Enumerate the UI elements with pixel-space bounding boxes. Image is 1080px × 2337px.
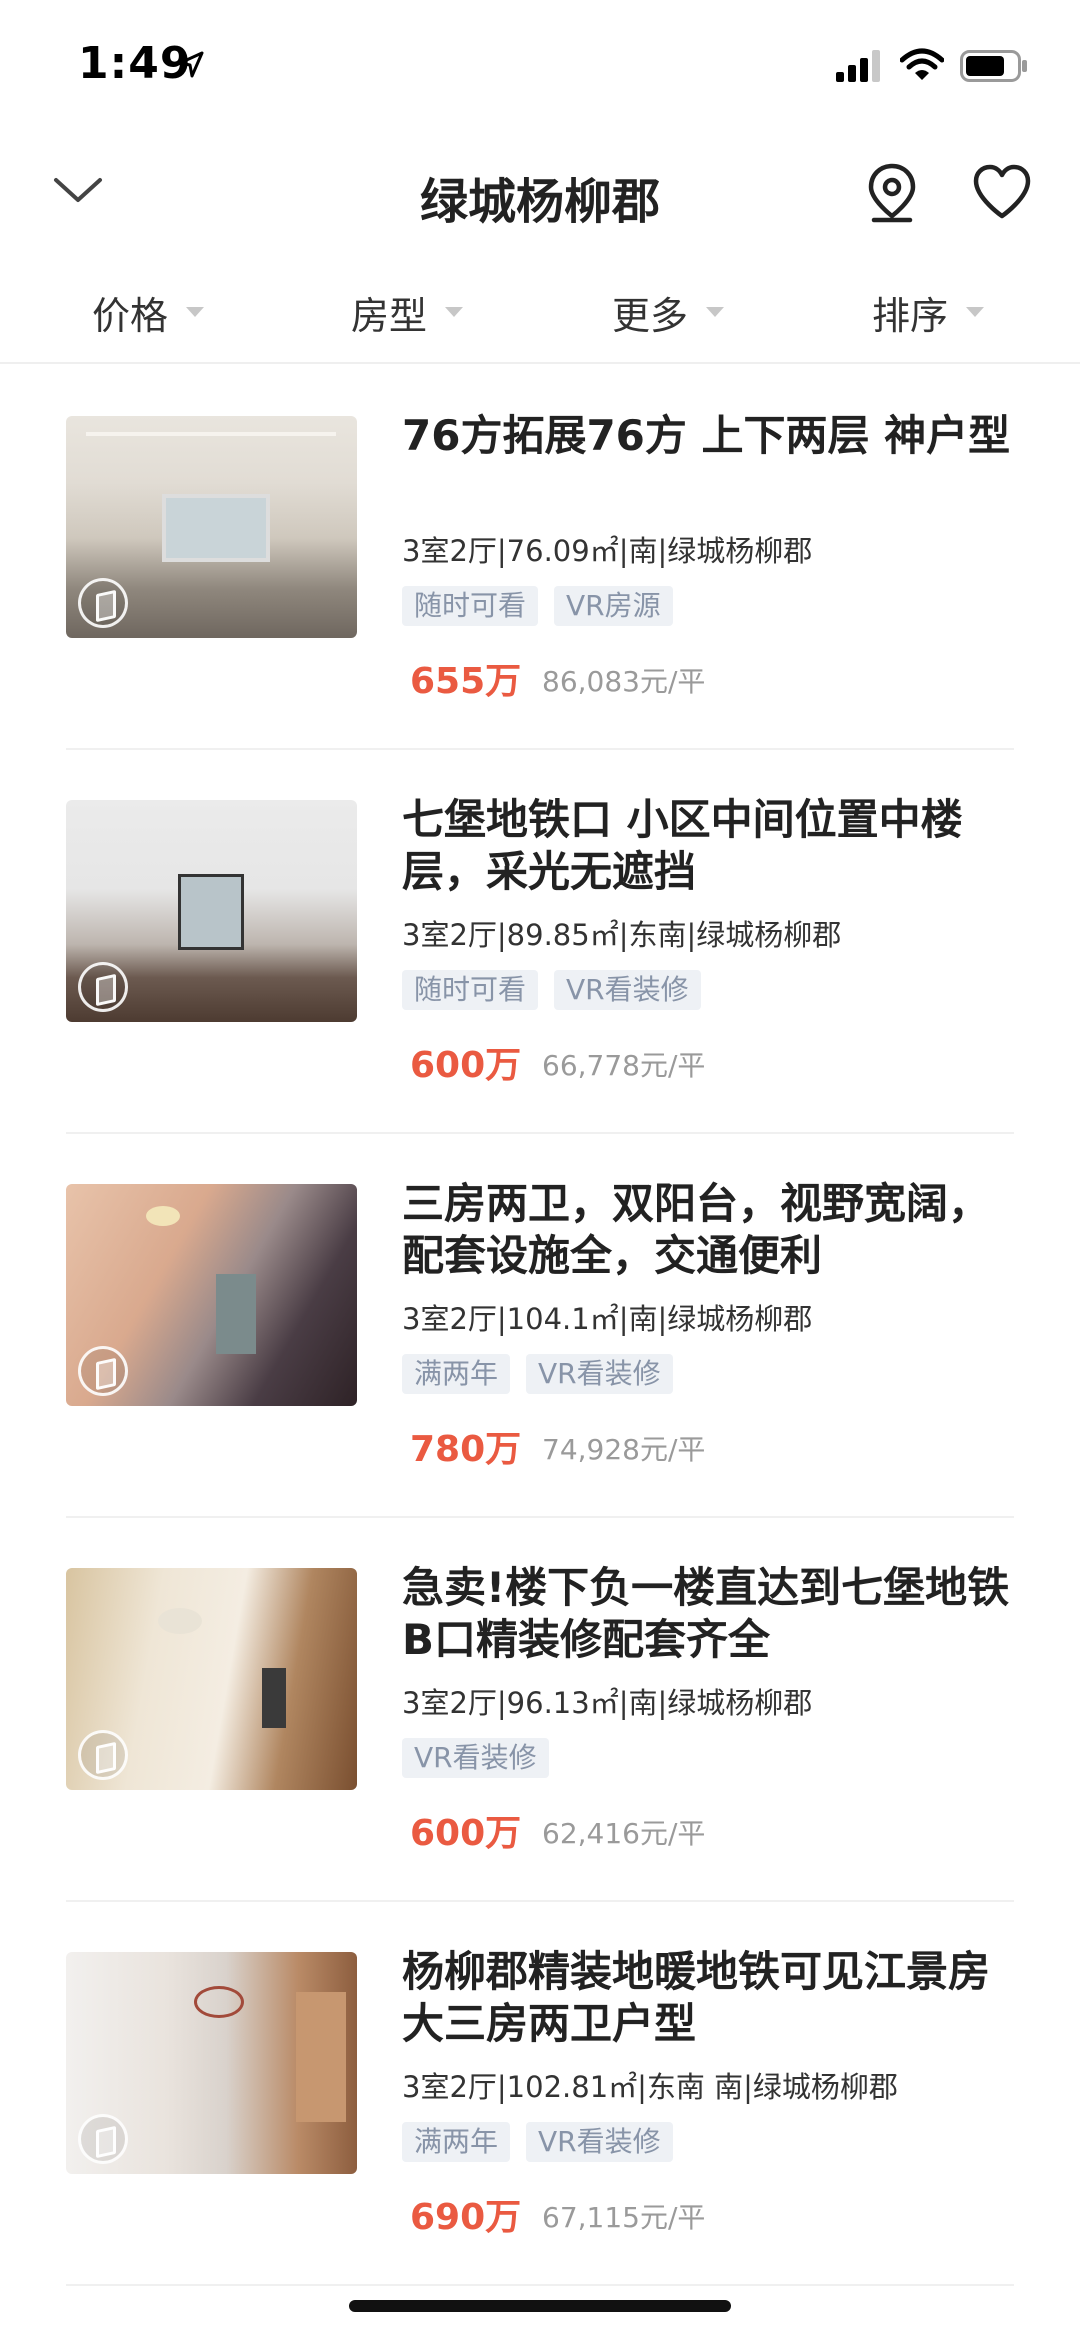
filter-price[interactable]: 价格 bbox=[92, 282, 205, 342]
filter-label: 更多 bbox=[612, 293, 689, 338]
listing-tag: 满两年 bbox=[402, 1354, 511, 1394]
listing-title: 76方拓展76方 上下两层 神户型 bbox=[402, 411, 1011, 460]
caret-down-icon bbox=[706, 307, 725, 317]
listing-unit-price: 62,416元/平 bbox=[542, 1817, 706, 1850]
filter-label: 排序 bbox=[872, 293, 949, 338]
listing-photo bbox=[66, 1952, 357, 2174]
listing-meta: 3室2厅|104.1㎡|南|绿城杨柳郡 bbox=[402, 1302, 813, 1336]
vr-badge-icon bbox=[78, 2114, 128, 2164]
filter-bar: 价格 房型 更多 排序 bbox=[0, 262, 1080, 364]
location-arrow-icon bbox=[178, 51, 204, 78]
heart-icon[interactable] bbox=[972, 164, 1032, 220]
listing-card[interactable]: 杨柳郡精装地暖地铁可见江景房大三房两卫户型 3室2厅|102.81㎡|东南 南|… bbox=[66, 1900, 1014, 2286]
listing-meta: 3室2厅|76.09㎡|南|绿城杨柳郡 bbox=[402, 534, 813, 568]
listing-tag: VR看装修 bbox=[402, 1738, 549, 1778]
filter-label: 房型 bbox=[351, 293, 428, 338]
cellular-signal-icon bbox=[836, 50, 880, 82]
filter-layout[interactable]: 房型 bbox=[351, 282, 464, 342]
listing-tag: VR看装修 bbox=[554, 970, 701, 1010]
filter-label: 价格 bbox=[92, 293, 169, 338]
listing-meta: 3室2厅|96.13㎡|南|绿城杨柳郡 bbox=[402, 1686, 813, 1720]
listing-tag: VR看装修 bbox=[526, 2122, 673, 2162]
listing-unit-price: 66,778元/平 bbox=[542, 1049, 706, 1082]
listing-price: 600万 bbox=[410, 1045, 522, 1086]
listing-photo bbox=[66, 800, 357, 1022]
listing-unit-price: 67,115元/平 bbox=[542, 2201, 706, 2234]
nav-bar: 绿城杨柳郡 bbox=[0, 140, 1080, 250]
caret-down-icon bbox=[186, 307, 205, 317]
listing-card[interactable]: 急卖!楼下负一楼直达到七堡地铁B口精装修配套齐全 3室2厅|96.13㎡|南|绿… bbox=[66, 1516, 1014, 1902]
listing-tag: 随时可看 bbox=[402, 586, 539, 626]
listing-title: 急卖!楼下负一楼直达到七堡地铁B口精装修配套齐全 bbox=[402, 1563, 1010, 1664]
listing-tag: 随时可看 bbox=[402, 970, 539, 1010]
listing-card[interactable]: 76方拓展76方 上下两层 神户型 3室2厅|76.09㎡|南|绿城杨柳郡 随时… bbox=[66, 364, 1014, 750]
map-pin-icon[interactable] bbox=[864, 162, 920, 224]
vr-badge-icon bbox=[78, 1346, 128, 1396]
listing-meta: 3室2厅|102.81㎡|东南 南|绿城杨柳郡 bbox=[402, 2070, 898, 2104]
listing-title: 七堡地铁口 小区中间位置中楼层，采光无遮挡 bbox=[402, 795, 963, 896]
listing-card[interactable]: 七堡地铁口 小区中间位置中楼层，采光无遮挡 3室2厅|89.85㎡|东南|绿城杨… bbox=[66, 748, 1014, 1134]
battery-icon bbox=[960, 50, 1027, 82]
vr-badge-icon bbox=[78, 1730, 128, 1780]
listing-unit-price: 86,083元/平 bbox=[542, 665, 706, 698]
listing-tags: 满两年 VR看装修 bbox=[402, 2122, 673, 2162]
vr-badge-icon bbox=[78, 578, 128, 628]
listing-tag: 满两年 bbox=[402, 2122, 511, 2162]
listing-card[interactable]: 三房两卫，双阳台，视野宽阔，配套设施全，交通便利 3室2厅|104.1㎡|南|绿… bbox=[66, 1132, 1014, 1518]
listing-title: 三房两卫，双阳台，视野宽阔，配套设施全，交通便利 bbox=[402, 1179, 991, 1280]
listing-tags: 随时可看 VR房源 bbox=[402, 586, 673, 626]
filter-sort[interactable]: 排序 bbox=[872, 282, 985, 342]
listing-tags: 随时可看 VR看装修 bbox=[402, 970, 701, 1010]
listing-meta: 3室2厅|89.85㎡|东南|绿城杨柳郡 bbox=[402, 918, 842, 952]
listing-photo bbox=[66, 1184, 357, 1406]
listing-price: 780万 bbox=[410, 1429, 522, 1470]
filter-more[interactable]: 更多 bbox=[612, 282, 725, 342]
wifi-icon bbox=[900, 48, 944, 80]
listing-price: 690万 bbox=[410, 2197, 522, 2238]
status-time: 1:49 bbox=[78, 38, 192, 89]
vr-badge-icon bbox=[78, 962, 128, 1012]
listing-tag: VR看装修 bbox=[526, 1354, 673, 1394]
listing-tags: 满两年 VR看装修 bbox=[402, 1354, 673, 1394]
caret-down-icon bbox=[966, 307, 985, 317]
caret-down-icon bbox=[445, 307, 464, 317]
home-indicator[interactable] bbox=[349, 2300, 731, 2312]
listing-title: 杨柳郡精装地暖地铁可见江景房大三房两卫户型 bbox=[402, 1947, 991, 2048]
listing-unit-price: 74,928元/平 bbox=[542, 1433, 706, 1466]
listing-price: 655万 bbox=[410, 661, 522, 702]
listing-photo bbox=[66, 416, 357, 638]
listing-price: 600万 bbox=[410, 1813, 522, 1854]
listing-tags: VR看装修 bbox=[402, 1738, 549, 1778]
chevron-down-icon[interactable] bbox=[50, 170, 106, 210]
listing-photo bbox=[66, 1568, 357, 1790]
status-bar: 1:49 bbox=[0, 0, 1080, 130]
listing-tag: VR房源 bbox=[554, 586, 673, 626]
